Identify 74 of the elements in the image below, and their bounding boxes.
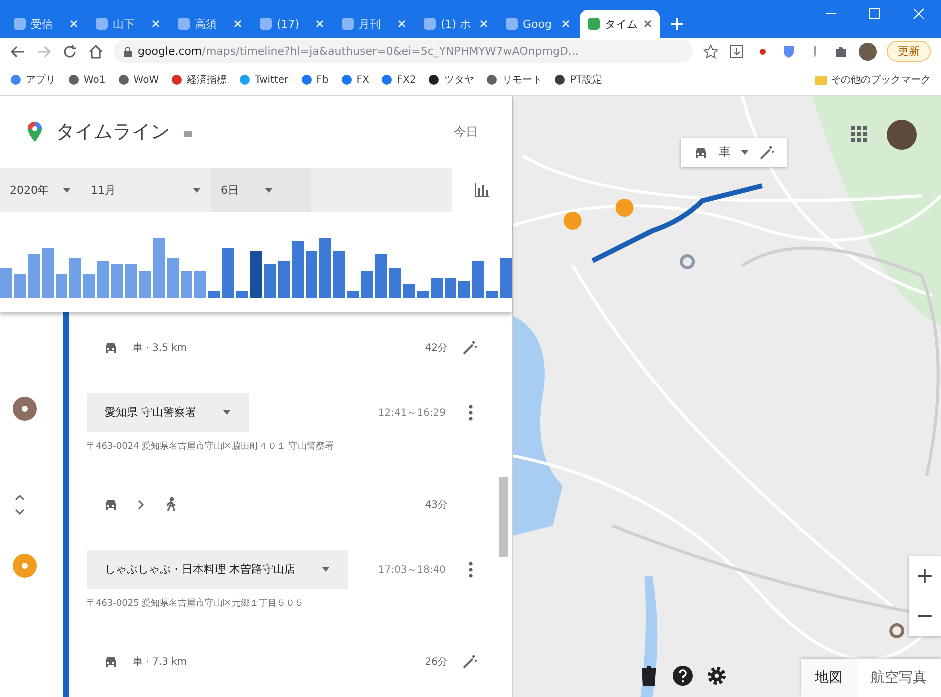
profile-avatar[interactable]	[859, 42, 877, 60]
bookmark[interactable]: 経済指標	[171, 73, 228, 87]
apps-grid-icon[interactable]	[851, 126, 867, 142]
bookmark[interactable]: Fb	[300, 74, 329, 86]
bookmark[interactable]: アプリ	[10, 73, 56, 87]
day-dropdown[interactable]: 6日	[211, 168, 311, 212]
browser-tab[interactable]: Goog	[498, 10, 578, 38]
map-type-button[interactable]: 地図	[801, 659, 857, 697]
map-type-button[interactable]: 航空写真	[857, 659, 941, 697]
settings-icon[interactable]	[706, 665, 728, 687]
bookmark[interactable]: Twitter	[239, 74, 289, 86]
bookmark[interactable]: リモート	[486, 73, 542, 87]
download-icon[interactable]	[729, 44, 745, 60]
tab-favicon	[260, 18, 272, 30]
caret-icon	[741, 150, 749, 155]
time-range: 17:03～18:40	[378, 564, 446, 576]
today-button[interactable]: 今日	[448, 122, 484, 142]
caret-icon	[63, 188, 71, 192]
edit-wand-icon[interactable]	[462, 340, 478, 356]
tab-favicon	[14, 18, 26, 30]
home-icon[interactable]	[88, 44, 104, 60]
tab-favicon	[506, 18, 518, 30]
update-button[interactable]: 更新	[887, 41, 931, 62]
browser-tab[interactable]: (1) ホ	[416, 10, 496, 38]
edit-wand-icon	[759, 144, 775, 160]
caret-icon	[265, 188, 273, 192]
caret-icon	[322, 567, 330, 572]
browser-tab[interactable]: 山下	[88, 10, 168, 38]
timeline-title: タイムライン	[56, 120, 170, 145]
browser-tab[interactable]: (17)	[252, 10, 332, 38]
bookmark[interactable]: ツタヤ	[428, 73, 474, 87]
duration-label: 26分	[425, 656, 448, 668]
back-icon[interactable]	[10, 44, 26, 60]
zoom-out-button[interactable]: −	[909, 596, 941, 636]
folder-icon	[815, 74, 827, 86]
caret-icon	[222, 410, 230, 415]
bookmark[interactable]: FX2	[381, 74, 416, 86]
duration-label: 43分	[425, 498, 448, 512]
distance-label: 車 · 7.3 km	[133, 656, 188, 668]
browser-tab[interactable]: 受信	[6, 10, 86, 38]
browser-tab[interactable]: タイム	[580, 10, 660, 38]
map-pin-icon	[28, 122, 42, 142]
tab-favicon	[96, 18, 108, 30]
caret-icon	[193, 188, 201, 192]
place-address: 〒463-0025 愛知県名古屋市守山区元郷１丁目５０５	[87, 598, 306, 610]
reload-icon[interactable]	[62, 44, 78, 60]
other-bookmarks[interactable]: その他のブックマーク	[815, 73, 931, 87]
bookmark[interactable]: PT設定	[554, 73, 602, 87]
place-dropdown[interactable]: 愛知県 守山警察署	[87, 393, 248, 432]
bookmark[interactable]: Wo1	[68, 74, 106, 86]
distance-label: 車 · 3.5 km	[133, 342, 188, 354]
place-address: 〒463-0024 愛知県名古屋市守山区脇田町４０１ 守山警察署	[87, 440, 336, 453]
browser-tab[interactable]: 月刊	[334, 10, 414, 38]
shield-icon[interactable]	[781, 44, 797, 60]
place-dropdown[interactable]: しゃぶしゃぶ・日本料理 木曽路守山店	[87, 550, 348, 589]
bookmark[interactable]: WoW	[118, 74, 160, 86]
tab-favicon	[588, 18, 600, 30]
address-field[interactable]: google.com/maps/timeline?hl=ja&authuser=0&ei=5c_YNPHMYW7wAOnpmgD...	[114, 40, 693, 63]
tab-favicon	[178, 18, 190, 30]
scrollbar-thumb[interactable]	[499, 477, 508, 557]
duration-label: 42分	[425, 342, 448, 354]
tab-favicon	[424, 18, 436, 30]
lock-icon	[124, 46, 132, 56]
star-icon[interactable]	[703, 44, 719, 60]
time-range: 12:41～16:29	[378, 406, 446, 420]
help-icon[interactable]	[672, 665, 694, 687]
route-mode-dropdown[interactable]: 車	[681, 138, 787, 167]
tab-close-icon[interactable]	[644, 20, 652, 28]
browser-tab[interactable]: 高須	[170, 10, 250, 38]
tab-favicon	[342, 18, 354, 30]
zoom-in-button[interactable]: +	[909, 556, 941, 596]
bookmark[interactable]: FX	[340, 74, 370, 86]
edit-wand-icon[interactable]	[462, 654, 478, 670]
new-tab-icon[interactable]	[670, 17, 684, 31]
